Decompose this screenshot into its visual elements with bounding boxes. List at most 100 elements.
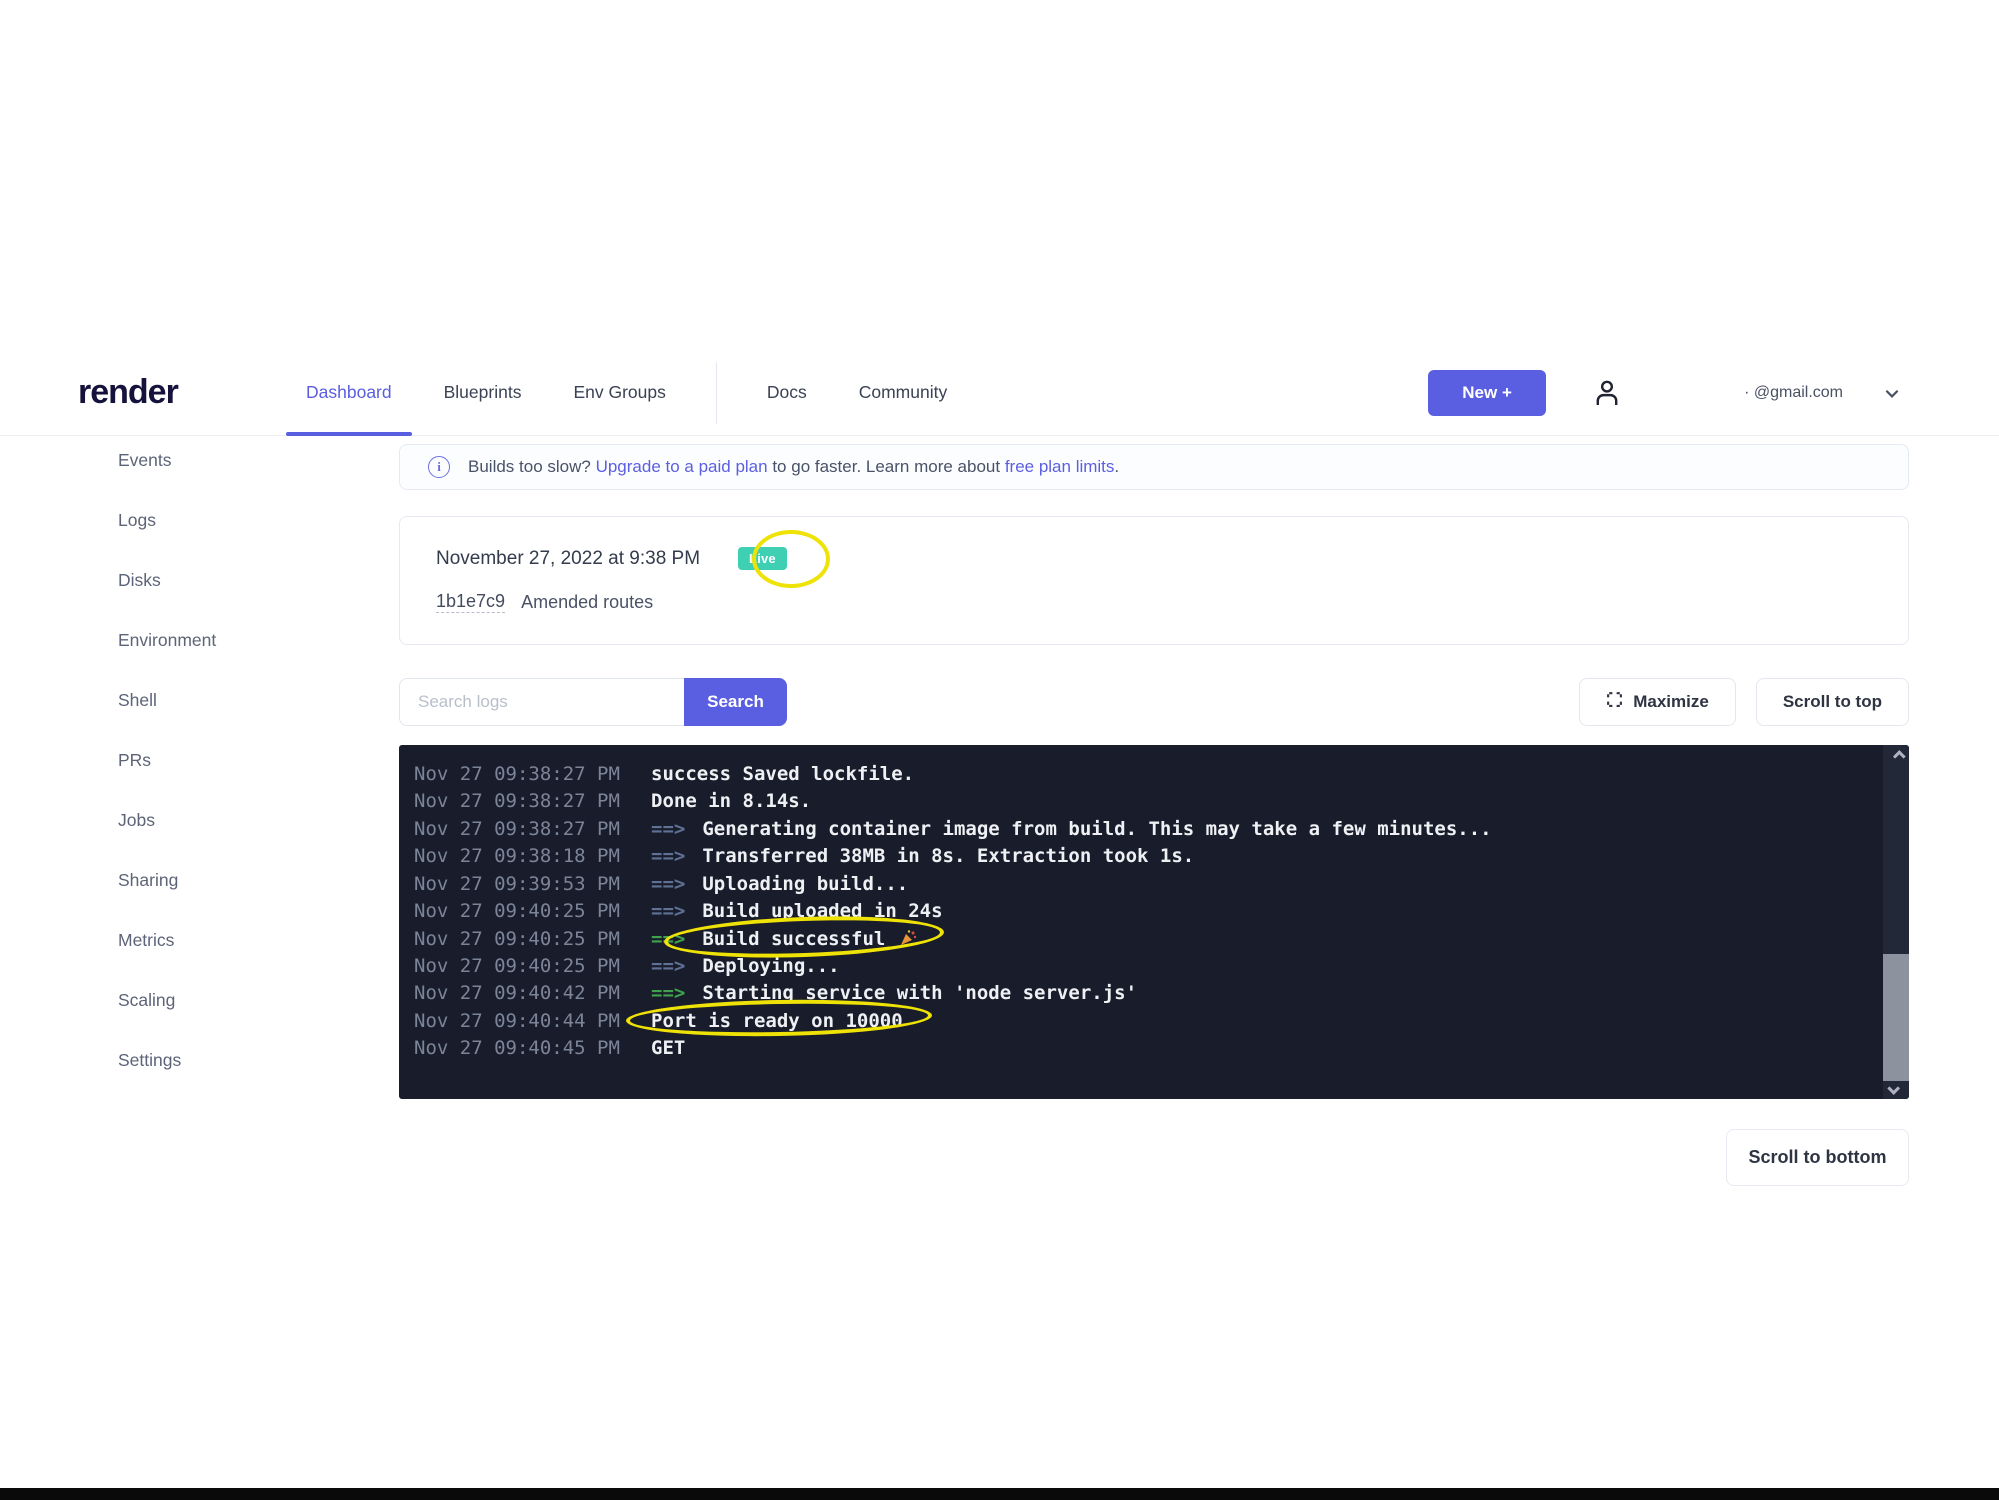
upgrade-plan-link[interactable]: Upgrade to a paid plan: [596, 457, 768, 476]
log-message: GET: [651, 1037, 685, 1059]
top-navbar: render DashboardBlueprintsEnv Groups Docs…: [0, 350, 1999, 436]
nav-links: DashboardBlueprintsEnv Groups DocsCommuni…: [280, 350, 973, 435]
scrollbar-thumb[interactable]: [1883, 954, 1909, 1081]
new-button[interactable]: New +: [1428, 370, 1546, 416]
log-timestamp: Nov 27 09:38:27 PM: [414, 790, 630, 812]
chevron-down-icon[interactable]: [1883, 384, 1901, 402]
banner-text: Builds too slow? Upgrade to a paid plan …: [468, 457, 1119, 477]
nav-right-group: New + · @gmail.com: [1428, 370, 1901, 416]
log-timestamp: Nov 27 09:38:18 PM: [414, 845, 630, 867]
log-arrow-icon: ==>: [651, 845, 685, 867]
scroll-to-top-button[interactable]: Scroll to top: [1756, 678, 1909, 726]
user-email[interactable]: · @gmail.com: [1744, 384, 1843, 402]
log-line: Nov 27 09:38:27 PM success Saved lockfile…: [414, 763, 1869, 790]
log-message: Starting service with 'node server.js': [702, 982, 1137, 1004]
scrollbar-down-arrow-icon[interactable]: [1883, 1077, 1909, 1099]
sidebar-item-prs[interactable]: PRs: [118, 730, 358, 790]
sidebar-item-settings[interactable]: Settings: [118, 1030, 358, 1090]
log-timestamp: Nov 27 09:40:45 PM: [414, 1037, 630, 1059]
free-plan-banner: i Builds too slow? Upgrade to a paid pla…: [399, 444, 1909, 490]
log-arrow-icon: ==>: [651, 900, 685, 922]
log-line: Nov 27 09:40:42 PM ==> Starting service wi…: [414, 982, 1869, 1009]
log-timestamp: Nov 27 09:38:27 PM: [414, 818, 630, 840]
banner-text-before: Builds too slow?: [468, 457, 596, 476]
sidebar-item-sharing[interactable]: Sharing: [118, 850, 358, 910]
log-timestamp: Nov 27 09:40:25 PM: [414, 928, 630, 950]
log-line: Nov 27 09:38:27 PM Done in 8.14s.: [414, 790, 1869, 817]
nav-link-env-groups[interactable]: Env Groups: [547, 350, 691, 435]
log-message: Done in 8.14s.: [651, 790, 811, 812]
info-icon: i: [428, 456, 450, 478]
sidebar-item-metrics[interactable]: Metrics: [118, 910, 358, 970]
commit-hash-link[interactable]: 1b1e7c9: [436, 591, 505, 613]
log-line: Nov 27 09:40:44 PM Port is ready on 10000: [414, 1010, 1869, 1037]
nav-link-blueprints[interactable]: Blueprints: [418, 350, 548, 435]
nav-link-docs[interactable]: Docs: [741, 350, 833, 435]
log-message: Uploading build...: [702, 873, 908, 895]
search-button[interactable]: Search: [684, 678, 787, 726]
sidebar-item-jobs[interactable]: Jobs: [118, 790, 358, 850]
log-message: Build successful: [702, 928, 885, 950]
log-footer-row: Scroll to bottom: [399, 1129, 1909, 1186]
log-timestamp: Nov 27 09:38:27 PM: [414, 763, 630, 785]
maximize-button[interactable]: Maximize: [1579, 678, 1736, 726]
render-logo[interactable]: render: [78, 373, 190, 412]
log-terminal: Nov 27 09:38:27 PM success Saved lockfile…: [399, 745, 1909, 1099]
log-line: Nov 27 09:40:25 PM ==> Build successful: [414, 927, 1869, 954]
log-line: Nov 27 09:40:45 PM GET: [414, 1037, 1869, 1064]
free-plan-limits-link[interactable]: free plan limits: [1005, 457, 1115, 476]
bottom-black-bar: [0, 1488, 1999, 1500]
log-line: Nov 27 09:38:27 PM ==> Generating containe…: [414, 818, 1869, 845]
sidebar-item-events[interactable]: Events: [118, 430, 358, 490]
sidebar-item-logs[interactable]: Logs: [118, 490, 358, 550]
log-timestamp: Nov 27 09:40:42 PM: [414, 982, 630, 1004]
party-popper-icon: [899, 929, 917, 951]
log-arrow-icon: ==>: [651, 982, 685, 1004]
maximize-label: Maximize: [1633, 692, 1709, 712]
render-dashboard-page: render DashboardBlueprintsEnv Groups Docs…: [0, 0, 1999, 1500]
service-sidebar: EventsLogsDisksEnvironmentShellPRsJobsSh…: [118, 430, 358, 1090]
log-message: Build uploaded in 24s: [702, 900, 942, 922]
user-avatar-icon[interactable]: [1590, 376, 1624, 410]
terminal-scrollbar: [1883, 745, 1909, 1099]
deploy-card: November 27, 2022 at 9:38 PM Live 1b1e7c…: [399, 516, 1909, 645]
log-arrow-icon: ==>: [651, 873, 685, 895]
log-message: Transferred 38MB in 8s. Extraction took …: [702, 845, 1194, 867]
log-arrow-icon: ==>: [651, 818, 685, 840]
sidebar-item-environment[interactable]: Environment: [118, 610, 358, 670]
nav-link-dashboard[interactable]: Dashboard: [280, 350, 418, 435]
log-timestamp: Nov 27 09:40:25 PM: [414, 900, 630, 922]
main-content: i Builds too slow? Upgrade to a paid pla…: [399, 444, 1909, 1186]
deploy-date: November 27, 2022 at 9:38 PM: [436, 548, 700, 570]
log-arrow-icon: ==>: [651, 955, 685, 977]
log-timestamp: Nov 27 09:40:44 PM: [414, 1010, 630, 1032]
terminal-log-lines: Nov 27 09:38:27 PM success Saved lockfile…: [414, 763, 1869, 1064]
log-line: Nov 27 09:38:18 PM ==> Transferred 38MB in…: [414, 845, 1869, 872]
log-message: Generating container image from build. T…: [702, 818, 1491, 840]
log-toolbar-right: Maximize Scroll to top: [1579, 678, 1909, 726]
sidebar-item-scaling[interactable]: Scaling: [118, 970, 358, 1030]
banner-text-after: .: [1114, 457, 1119, 476]
nav-link-community[interactable]: Community: [833, 350, 974, 435]
log-message: Port is ready on 10000: [651, 1010, 903, 1032]
banner-text-middle: to go faster. Learn more about: [768, 457, 1005, 476]
scrollbar-up-arrow-icon[interactable]: [1883, 745, 1909, 767]
maximize-icon: [1606, 691, 1623, 713]
log-arrow-icon: ==>: [651, 928, 685, 950]
search-logs-input[interactable]: [399, 678, 684, 726]
log-message: Deploying...: [702, 955, 839, 977]
deploy-header: November 27, 2022 at 9:38 PM Live: [436, 547, 1872, 570]
log-line: Nov 27 09:40:25 PM ==> Deploying...: [414, 955, 1869, 982]
sidebar-item-shell[interactable]: Shell: [118, 670, 358, 730]
sidebar-item-disks[interactable]: Disks: [118, 550, 358, 610]
log-line: Nov 27 09:39:53 PM ==> Uploading build...: [414, 873, 1869, 900]
scroll-to-bottom-button[interactable]: Scroll to bottom: [1726, 1129, 1909, 1186]
deploy-commit-row: 1b1e7c9 Amended routes: [436, 591, 1872, 613]
log-message: success Saved lockfile.: [651, 763, 914, 785]
log-toolbar: Search Maximize Scroll to top: [399, 678, 1909, 726]
nav-divider: [716, 362, 717, 424]
log-timestamp: Nov 27 09:40:25 PM: [414, 955, 630, 977]
log-line: Nov 27 09:40:25 PM ==> Build uploaded in 2…: [414, 900, 1869, 927]
commit-message: Amended routes: [521, 592, 653, 613]
log-timestamp: Nov 27 09:39:53 PM: [414, 873, 630, 895]
